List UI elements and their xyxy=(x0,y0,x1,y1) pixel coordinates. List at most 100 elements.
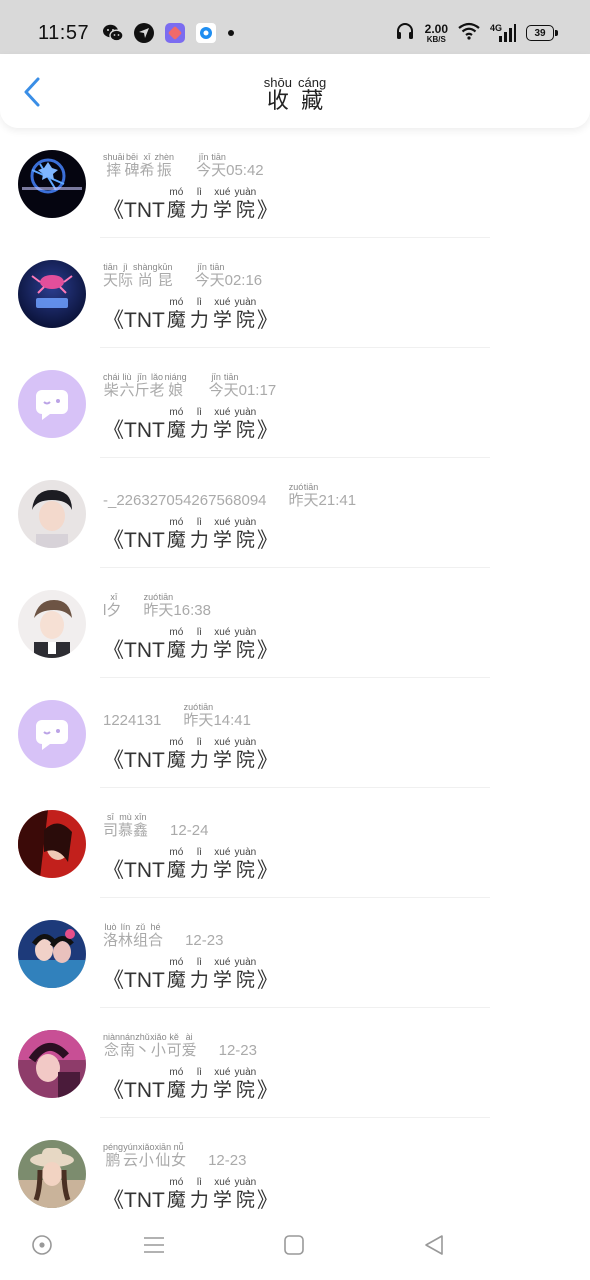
sender-name-char: tiān 天 xyxy=(103,262,119,289)
message-char: xué 学 xyxy=(212,297,232,332)
favorite-message[interactable]: 《TNT mó 魔 lì 力 xué 学 yuàn 院》 xyxy=(103,298,278,333)
avatar[interactable] xyxy=(18,260,86,328)
home-button[interactable] xyxy=(279,1232,309,1258)
sender-name-char: xiǎo 小 xyxy=(150,1032,167,1059)
message-suffix: 》 xyxy=(256,749,278,772)
message-suffix: 》 xyxy=(256,859,278,882)
avatar[interactable] xyxy=(18,1140,86,1208)
message-char: mó 魔 xyxy=(166,847,186,882)
favorite-meta: chái 柴 liù 六 jīn 斤 lǎo 老 niáng 娘 jīn 今 tiān 天 01:17 xyxy=(103,372,276,399)
date-char: jīn 今 xyxy=(196,152,212,179)
avatar[interactable] xyxy=(18,700,86,768)
timestamp: 14:41 xyxy=(213,712,251,729)
message-char: mó 魔 xyxy=(166,187,186,222)
message-char: lì 力 xyxy=(189,187,209,222)
system-nav-bar xyxy=(0,1220,590,1280)
favorite-meta: -_226327054267568094 zuó 昨 tiān 天 21:41 xyxy=(103,482,356,509)
message-char: mó 魔 xyxy=(166,627,186,662)
date-char: tiān 天 xyxy=(223,372,239,399)
message-char: yuàn 院 xyxy=(234,407,257,442)
favorite-item[interactable]: -_226327054267568094 zuó 昨 tiān 天 21:41 《TNT mó… xyxy=(0,458,590,568)
favorite-meta: l xī 夕 zuó 昨 tiān 天 16:38 xyxy=(103,592,211,619)
favorite-item[interactable]: péng 鹏 yún 云 xiǎo 小 xiān 仙 nǚ 女 12-23 《TNT mó 魔 lì 力 xué… xyxy=(0,1118,590,1228)
avatar[interactable] xyxy=(18,1030,86,1098)
avatar[interactable] xyxy=(18,810,86,878)
more-notifications-dot xyxy=(228,30,234,36)
date-char: zuó 昨 xyxy=(143,592,159,619)
date-char: jīn 今 xyxy=(208,372,224,399)
title-char: cáng 藏 xyxy=(298,75,327,114)
message-prefix: 《TNT xyxy=(103,749,165,772)
message-char: mó 魔 xyxy=(166,517,186,552)
date-char: tiān 天 xyxy=(209,262,225,289)
message-prefix: 《TNT xyxy=(103,969,165,992)
timestamp: 12-24 xyxy=(170,822,209,839)
favorite-item[interactable]: niàn 念 nán 南 zhǔ 丶 xiǎo 小 kě 可 ài 爱 12-23 《TNT mó 魔 lì 力 x… xyxy=(0,1008,590,1118)
avatar[interactable] xyxy=(18,920,86,988)
favorite-message[interactable]: 《TNT mó 魔 lì 力 xué 学 yuàn 院》 xyxy=(103,848,278,883)
favorite-item[interactable]: sī 司 mù 慕 xīn 鑫 12-24 《TNT mó 魔 lì 力 xué 学 yuàn 院》 xyxy=(0,788,590,898)
favorite-message[interactable]: 《TNT mó 魔 lì 力 xué 学 yuàn 院》 xyxy=(103,188,278,223)
status-bar: 11:57 2.00 KB/S 4G 39 xyxy=(0,0,590,54)
favorite-item[interactable]: tiān 天 jì 际 shàng 尚 kūn 昆 jīn 今 tiān 天 02:16 《TNT mó 魔 l… xyxy=(0,238,590,348)
notification-icons xyxy=(102,22,234,44)
avatar[interactable] xyxy=(18,150,86,218)
sender-name-char: xī 希 xyxy=(139,152,155,179)
message-prefix: 《TNT xyxy=(103,859,165,882)
sender-name-char: jīn 斤 xyxy=(134,372,150,399)
message-char: xué 学 xyxy=(212,847,232,882)
message-char: lì 力 xyxy=(189,847,209,882)
home-circle-icon xyxy=(32,1235,52,1255)
message-char: mó 魔 xyxy=(166,407,186,442)
favorite-message[interactable]: 《TNT mó 魔 lì 力 xué 学 yuàn 院》 xyxy=(103,1068,278,1103)
favorite-item[interactable]: shuāi 摔 bēi 碑 xī 希 zhèn 振 jīn 今 tiān 天 05:42 《TNT mó 魔 l… xyxy=(0,128,590,238)
favorite-meta: sī 司 mù 慕 xīn 鑫 12-24 xyxy=(103,812,208,839)
favorite-message[interactable]: 《TNT mó 魔 lì 力 xué 学 yuàn 院》 xyxy=(103,958,278,993)
menu-button[interactable] xyxy=(139,1232,169,1258)
battery-icon: 39 xyxy=(526,25,558,41)
message-suffix: 》 xyxy=(256,639,278,662)
nav-back-button[interactable] xyxy=(419,1232,449,1258)
message-suffix: 》 xyxy=(256,1079,278,1102)
headphones-icon xyxy=(395,22,415,44)
message-prefix: 《TNT xyxy=(103,1189,165,1212)
timestamp: 12-23 xyxy=(185,932,224,949)
timestamp: 21:41 xyxy=(318,492,357,509)
wechat-icon xyxy=(102,22,124,44)
sender-name-char: sī 司 xyxy=(103,812,119,839)
date-char: tiān 天 xyxy=(198,702,214,729)
favorite-message[interactable]: 《TNT mó 魔 lì 力 xué 学 yuàn 院》 xyxy=(103,628,278,663)
sender-name-char: xiān 仙 xyxy=(154,1142,172,1169)
message-char: mó 魔 xyxy=(166,737,186,772)
avatar[interactable] xyxy=(18,370,86,438)
avatar[interactable] xyxy=(18,480,86,548)
sender-name-text: -_226327054267568094 xyxy=(103,492,267,509)
favorite-item[interactable]: l xī 夕 zuó 昨 tiān 天 16:38 《TNT mó 魔 lì 力 xué 学 yuàn 院》 xyxy=(0,568,590,678)
sender-name-char: niáng 娘 xyxy=(164,372,187,399)
favorite-message[interactable]: 《TNT mó 魔 lì 力 xué 学 yuàn 院》 xyxy=(103,518,278,553)
message-prefix: 《TNT xyxy=(103,529,165,552)
message-char: yuàn 院 xyxy=(234,1067,257,1102)
favorite-message[interactable]: 《TNT mó 魔 lì 力 xué 学 yuàn 院》 xyxy=(103,408,278,443)
app-icon-2 xyxy=(164,22,186,44)
message-char: lì 力 xyxy=(189,737,209,772)
message-char: lì 力 xyxy=(189,297,209,332)
favorite-message[interactable]: 《TNT mó 魔 lì 力 xué 学 yuàn 院》 xyxy=(103,738,278,773)
avatar[interactable] xyxy=(18,590,86,658)
back-triangle-icon xyxy=(425,1235,443,1255)
message-char: xué 学 xyxy=(212,407,232,442)
message-prefix: 《TNT xyxy=(103,639,165,662)
sender-name-char: luò 洛 xyxy=(103,922,119,949)
favorite-message[interactable]: 《TNT mó 魔 lì 力 xué 学 yuàn 院》 xyxy=(103,1178,278,1213)
date-char: jīn 今 xyxy=(194,262,210,289)
message-char: yuàn 院 xyxy=(234,517,257,552)
date-char: tiān 天 xyxy=(303,482,319,509)
sender-name-char: liù 六 xyxy=(119,372,135,399)
assistant-button[interactable] xyxy=(27,1232,57,1258)
wifi-icon xyxy=(458,22,480,44)
favorite-item[interactable]: chái 柴 liù 六 jīn 斤 lǎo 老 niáng 娘 jīn 今 tiān 天 01:17 《TN… xyxy=(0,348,590,458)
message-char: lì 力 xyxy=(189,517,209,552)
favorite-item[interactable]: luò 洛 lín 林 zǔ 组 hé 合 12-23 《TNT mó 魔 lì 力 xué 学 yuàn 院》 xyxy=(0,898,590,1008)
favorite-item[interactable]: 1224131 zuó 昨 tiān 天 14:41 《TNT mó 魔 lì 力 xué 学 yuàn 院… xyxy=(0,678,590,788)
date-char: tiān 天 xyxy=(211,152,227,179)
